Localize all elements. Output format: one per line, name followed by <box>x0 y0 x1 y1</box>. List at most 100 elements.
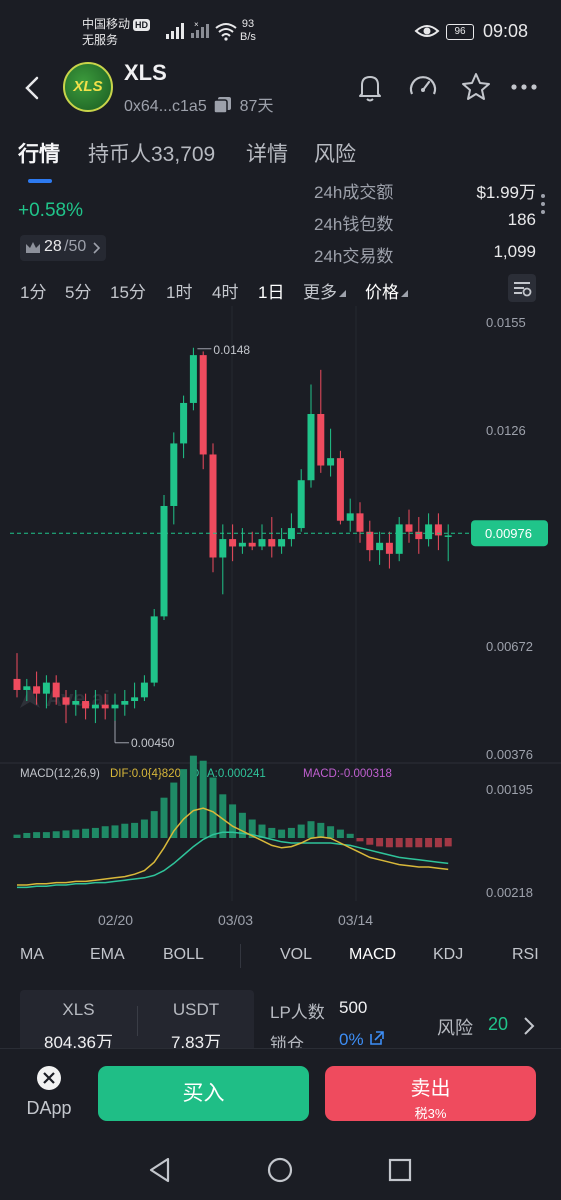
candle-body <box>327 458 335 466</box>
signal-icon <box>166 23 184 39</box>
back-arrow-icon[interactable] <box>18 72 48 104</box>
timeframe-more[interactable]: 更多 <box>303 278 347 303</box>
macd-histogram-bar <box>199 760 207 838</box>
candle-body <box>121 701 129 705</box>
indicator-vol[interactable]: VOL <box>280 946 312 964</box>
macd-histogram-bar <box>425 838 433 848</box>
candle-body <box>238 542 246 547</box>
lock-percent: 0% <box>339 1030 364 1049</box>
candle-body <box>199 355 207 455</box>
indicator-boll[interactable]: BOLL <box>163 946 204 964</box>
dropdown-corner-icon <box>339 290 346 297</box>
dapp-icon <box>37 1066 61 1090</box>
low-marker-label: 0.00450 <box>131 736 175 750</box>
lock-value[interactable]: 0% <box>339 1030 385 1050</box>
candle-body <box>385 542 393 554</box>
candle-body <box>248 542 256 547</box>
macd-histogram-bar <box>131 822 139 838</box>
dapp-button[interactable]: DApp <box>14 1064 84 1124</box>
indicator-macd[interactable]: MACD <box>349 946 396 964</box>
timeframe-4h[interactable]: 4时 <box>212 278 238 303</box>
candle-body <box>131 697 139 702</box>
macd-histogram-bar <box>42 832 50 838</box>
candle-body <box>317 413 325 466</box>
sell-button[interactable]: 卖出 税3% <box>325 1066 536 1121</box>
token-title: XLS <box>124 60 167 85</box>
macd-histogram-bar <box>376 838 384 847</box>
indicator-ema[interactable]: EMA <box>90 946 125 964</box>
candles <box>13 347 452 727</box>
macd-histogram-bar <box>13 834 21 838</box>
candle-body <box>444 535 452 537</box>
x-tick-label: 03/14 <box>338 912 373 928</box>
candle-body <box>395 524 403 554</box>
price-change: +0.58% <box>18 200 83 221</box>
indicator-kdj[interactable]: KDJ <box>433 946 463 964</box>
tab-risk[interactable]: 风险 <box>314 138 356 168</box>
candle-body <box>160 505 168 617</box>
macd-histogram-bar <box>366 838 374 845</box>
nav-recents-icon[interactable] <box>386 1156 414 1184</box>
y-tick-label: 0.0155 <box>486 315 526 330</box>
indicator-ma[interactable]: MA <box>20 946 44 964</box>
nav-back-icon[interactable] <box>146 1156 174 1184</box>
macd-histogram-bar <box>101 826 109 838</box>
buy-button[interactable]: 买入 <box>98 1066 309 1121</box>
sell-label: 卖出 <box>410 1078 451 1100</box>
candle-body <box>189 355 197 403</box>
nav-home-icon[interactable] <box>266 1156 294 1184</box>
rank-total: /50 <box>64 238 87 255</box>
tab-details[interactable]: 详情 <box>246 138 288 168</box>
timeframe-5m[interactable]: 5分 <box>65 278 91 303</box>
more-icon[interactable] <box>507 70 541 104</box>
candle-body <box>101 704 109 709</box>
x-tick-label: 03/03 <box>218 912 253 928</box>
copy-icon[interactable] <box>213 96 233 114</box>
candle-body <box>405 524 413 532</box>
macd-legend-dif: DIF:0.0{4}820 <box>110 768 181 780</box>
tab-indicator <box>28 179 52 183</box>
price-mode-toggle[interactable]: 价格 <box>365 278 409 303</box>
candle-body <box>434 524 442 536</box>
timeframe-15m[interactable]: 15分 <box>110 278 146 303</box>
y-tick-label: 0.00672 <box>486 639 533 654</box>
macd-histogram-bar <box>395 838 403 848</box>
timeframe-1h[interactable]: 1时 <box>166 278 192 303</box>
star-icon[interactable] <box>459 70 493 104</box>
timeframe-1d[interactable]: 1日 <box>258 278 284 303</box>
wifi-icon <box>215 23 237 41</box>
macd-histogram-bar <box>160 797 168 838</box>
price-chart[interactable]: Ave.ai 0.00976 0.01480.00450 0.01550.012… <box>0 306 561 942</box>
macd-histogram-bar <box>287 827 295 838</box>
indicator-rsi[interactable]: RSI <box>512 946 539 964</box>
bell-icon[interactable] <box>353 70 387 104</box>
timeframe-1m[interactable]: 1分 <box>20 278 46 303</box>
candle-body <box>366 531 374 551</box>
candle-body <box>62 697 70 705</box>
candle-body <box>336 458 344 521</box>
price-mode-label: 价格 <box>365 283 399 302</box>
candle-body <box>278 539 286 547</box>
rank-badge[interactable]: 28 /50 <box>20 235 106 261</box>
candle-body <box>297 480 305 529</box>
macd-histogram-bar <box>189 755 197 838</box>
candle-body <box>258 539 266 547</box>
chart-settings-button[interactable] <box>508 274 536 302</box>
macd-histogram-bar <box>385 838 393 848</box>
candle-body <box>180 402 188 444</box>
candle-body <box>268 539 276 547</box>
chevron-right-icon[interactable] <box>522 1016 536 1036</box>
svg-text:×: × <box>194 20 199 29</box>
stat-label: 24h成交额 <box>314 183 394 202</box>
tab-holders[interactable]: 持币人33,709 <box>88 138 215 168</box>
gauge-icon[interactable] <box>406 70 440 104</box>
candle-body <box>52 682 60 698</box>
tab-market[interactable]: 行情 <box>18 138 60 168</box>
macd-histogram-bar <box>444 838 452 847</box>
vertical-more-icon[interactable] <box>539 192 547 218</box>
candle-body <box>91 704 99 709</box>
contract-row: 0x64...c1a5 87天 <box>124 92 273 116</box>
net-speed: 93 B/s <box>240 18 256 44</box>
indicator-divider <box>240 944 241 968</box>
candle-body <box>72 701 80 705</box>
